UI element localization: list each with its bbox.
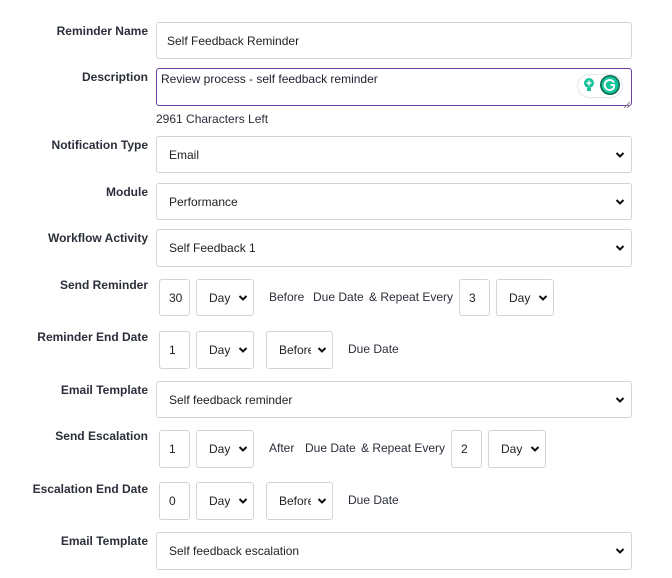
send-escalation-repeat-unit-select[interactable]: Day [488, 430, 546, 468]
chevron-down-icon [615, 197, 625, 207]
characters-left-text: 2961 Characters Left [156, 112, 269, 126]
grammarly-icon[interactable] [599, 74, 621, 99]
send-reminder-repeat-count-value: 3 [469, 290, 476, 305]
send-reminder-unit-select[interactable]: Day [196, 279, 254, 316]
grammarly-widget[interactable] [577, 74, 623, 98]
module-select[interactable]: Performance [156, 183, 632, 220]
escalation-email-template-label: Email Template [60, 534, 148, 548]
reminder-end-due-date-text: Due Date [348, 342, 399, 356]
module-label: Module [106, 185, 148, 199]
notification-type-select[interactable]: Email [156, 136, 632, 173]
workflow-activity-value: Self Feedback 1 [169, 241, 256, 255]
email-template-label: Email Template [60, 383, 148, 397]
send-escalation-repeat-unit-value: Day [501, 442, 523, 456]
send-reminder-due-date-text: Due Date [313, 290, 364, 304]
escalation-email-template-select[interactable]: Self feedback escalation [156, 532, 632, 570]
chevron-down-icon [530, 444, 540, 454]
send-escalation-count-input[interactable]: 1 [159, 430, 190, 468]
send-escalation-due-date-text: Due Date [305, 441, 356, 455]
send-reminder-repeat-text: & Repeat Every [369, 290, 454, 304]
send-escalation-after-text: After [269, 441, 295, 455]
email-template-value: Self feedback reminder [169, 392, 293, 407]
escalation-end-unit-value: Day [209, 494, 231, 508]
chevron-down-icon [317, 345, 327, 355]
notification-type-value: Email [169, 147, 200, 162]
send-reminder-repeat-unit-select[interactable]: Day [496, 279, 554, 316]
escalation-email-template-value: Self feedback escalation [169, 544, 300, 558]
notification-type-label: Notification Type [51, 138, 148, 152]
send-reminder-unit-value: Day [209, 290, 231, 305]
send-reminder-before-text: Before [269, 290, 305, 304]
escalation-end-when-select[interactable]: Before [266, 482, 333, 520]
chevron-down-icon [538, 293, 548, 303]
reminder-end-unit-value: Day [209, 343, 231, 357]
chevron-down-icon [615, 546, 625, 556]
send-reminder-count-input[interactable]: 30 [159, 279, 190, 316]
send-escalation-label: Send Escalation [55, 429, 148, 443]
workflow-activity-label: Workflow Activity [47, 231, 148, 245]
send-reminder-count-value: 30 [169, 290, 183, 305]
send-reminder-label: Send Reminder [59, 278, 148, 292]
chevron-down-icon [615, 395, 625, 405]
chevron-down-icon [615, 150, 625, 160]
reminder-end-count-value: 1 [169, 343, 176, 357]
reminder-end-count-input[interactable]: 1 [159, 331, 190, 369]
chevron-down-icon [238, 293, 248, 303]
chevron-down-icon [317, 496, 327, 506]
chevron-down-icon [238, 444, 248, 454]
reminder-end-unit-select[interactable]: Day [196, 331, 254, 369]
escalation-end-unit-select[interactable]: Day [196, 482, 254, 520]
send-escalation-unit-select[interactable]: Day [196, 430, 254, 468]
reminder-end-date-label: Reminder End Date [37, 330, 148, 344]
escalation-end-count-value: 0 [169, 494, 176, 508]
escalation-end-when-value: Before [279, 494, 311, 508]
send-reminder-repeat-unit-value: Day [509, 290, 531, 305]
send-escalation-repeat-text: & Repeat Every [361, 441, 446, 455]
email-template-select[interactable]: Self feedback reminder [156, 381, 632, 418]
description-value: Review process - self feedback reminder [161, 72, 378, 86]
module-value: Performance [169, 194, 238, 209]
lightbulb-icon[interactable] [581, 77, 597, 96]
send-escalation-repeat-count-input[interactable]: 2 [451, 430, 482, 468]
escalation-end-due-date-text: Due Date [348, 493, 399, 507]
reminder-name-input[interactable]: Self Feedback Reminder [156, 22, 632, 59]
send-escalation-repeat-count-value: 2 [461, 442, 468, 456]
chevron-down-icon [615, 243, 625, 253]
description-textarea[interactable]: Review process - self feedback reminder [156, 68, 632, 109]
chevron-down-icon [238, 496, 248, 506]
send-reminder-repeat-count-input[interactable]: 3 [459, 279, 490, 316]
escalation-end-date-label: Escalation End Date [32, 482, 148, 496]
workflow-activity-select[interactable]: Self Feedback 1 [156, 229, 632, 267]
send-escalation-unit-value: Day [209, 442, 231, 456]
send-escalation-count-value: 1 [169, 442, 176, 456]
escalation-end-count-input[interactable]: 0 [159, 482, 190, 520]
reminder-end-when-select[interactable]: Before [266, 331, 333, 369]
description-label: Description [81, 70, 148, 84]
reminder-name-label: Reminder Name [56, 24, 148, 38]
chevron-down-icon [238, 345, 248, 355]
reminder-name-value: Self Feedback Reminder [167, 33, 300, 48]
resize-handle-icon[interactable] [623, 97, 631, 109]
reminder-end-when-value: Before [279, 343, 311, 357]
